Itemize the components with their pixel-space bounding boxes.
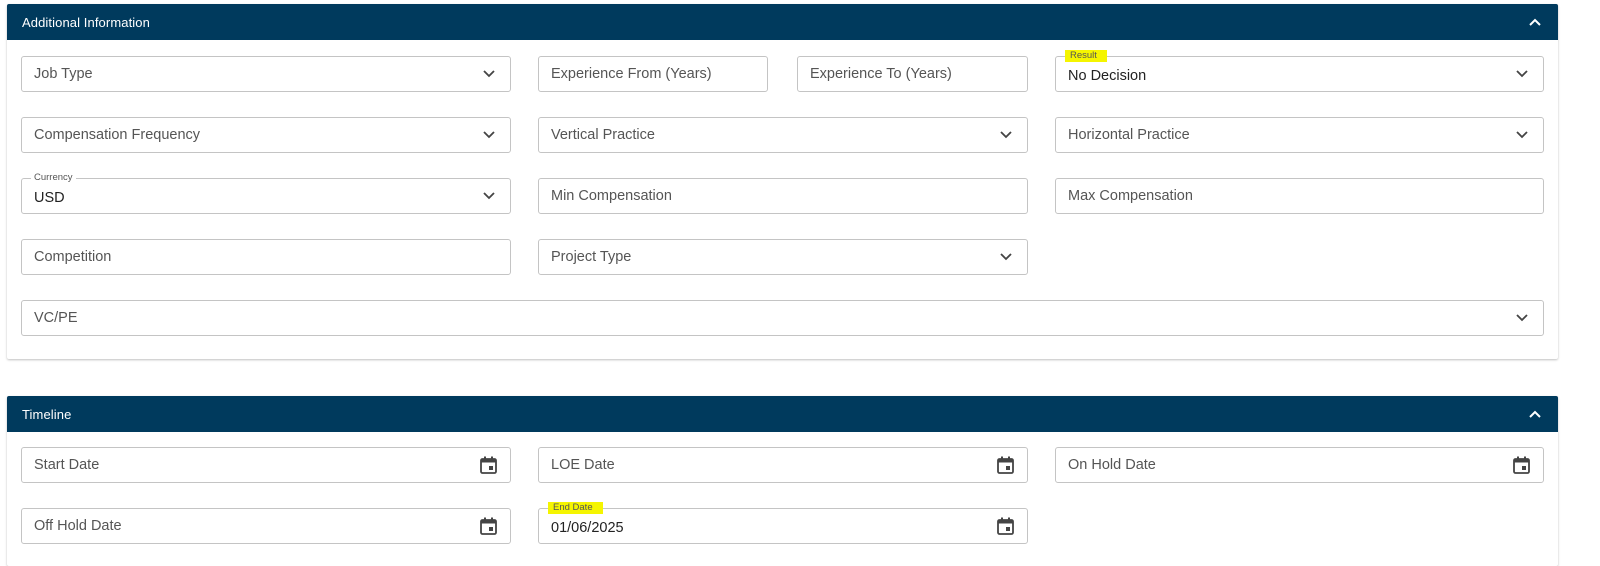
chevron-down-icon bbox=[997, 126, 1015, 144]
experience-to-placeholder: Experience To (Years) bbox=[810, 66, 952, 82]
competition-input[interactable]: Competition bbox=[21, 239, 511, 275]
vertical-practice-select[interactable]: Vertical Practice bbox=[538, 117, 1028, 153]
calendar-icon[interactable] bbox=[1511, 455, 1531, 475]
competition-placeholder: Competition bbox=[34, 249, 112, 265]
experience-from-input[interactable]: Experience From (Years) bbox=[538, 56, 768, 92]
start-date-input[interactable]: Start Date bbox=[21, 447, 511, 483]
chevron-down-icon bbox=[480, 187, 498, 205]
chevron-down-icon bbox=[480, 126, 498, 144]
horizontal-practice-select[interactable]: Horizontal Practice bbox=[1055, 117, 1544, 153]
end-date-label: End Date bbox=[548, 502, 603, 514]
chevron-down-icon bbox=[1513, 65, 1531, 83]
end-date-value: 01/06/2025 bbox=[551, 519, 624, 536]
compensation-frequency-placeholder: Compensation Frequency bbox=[34, 127, 201, 143]
calendar-icon[interactable] bbox=[478, 516, 498, 536]
job-type-placeholder: Job Type bbox=[34, 66, 93, 82]
chevron-down-icon bbox=[997, 248, 1015, 266]
horizontal-practice-placeholder: Horizontal Practice bbox=[1068, 127, 1190, 143]
result-label: Result bbox=[1065, 50, 1107, 62]
currency-select[interactable]: Currency USD bbox=[21, 172, 511, 214]
chevron-up-icon[interactable] bbox=[1526, 13, 1544, 31]
experience-from-placeholder: Experience From (Years) bbox=[551, 66, 712, 82]
result-select[interactable]: Result No Decision bbox=[1055, 50, 1544, 92]
chevron-down-icon bbox=[1513, 126, 1531, 144]
chevron-down-icon bbox=[1513, 309, 1531, 327]
on-hold-date-placeholder: On Hold Date bbox=[1068, 457, 1156, 473]
vc-pe-select[interactable]: VC/PE bbox=[21, 300, 1544, 336]
timeline-header[interactable]: Timeline bbox=[7, 396, 1558, 432]
off-hold-date-input[interactable]: Off Hold Date bbox=[21, 508, 511, 544]
compensation-frequency-select[interactable]: Compensation Frequency bbox=[21, 117, 511, 153]
project-type-select[interactable]: Project Type bbox=[538, 239, 1028, 275]
calendar-icon[interactable] bbox=[995, 455, 1015, 475]
calendar-icon[interactable] bbox=[995, 516, 1015, 536]
off-hold-date-placeholder: Off Hold Date bbox=[34, 518, 122, 534]
loe-date-placeholder: LOE Date bbox=[551, 457, 615, 473]
min-compensation-input[interactable]: Min Compensation bbox=[538, 178, 1028, 214]
end-date-input[interactable]: End Date 01/06/2025 bbox=[538, 502, 1028, 544]
currency-label: Currency bbox=[31, 172, 76, 184]
result-value: No Decision bbox=[1068, 67, 1147, 84]
project-type-placeholder: Project Type bbox=[551, 249, 632, 265]
chevron-up-icon[interactable] bbox=[1526, 405, 1544, 423]
experience-to-input[interactable]: Experience To (Years) bbox=[797, 56, 1028, 92]
vc-pe-placeholder: VC/PE bbox=[34, 310, 78, 326]
additional-information-header[interactable]: Additional Information bbox=[7, 4, 1558, 40]
currency-value: USD bbox=[34, 189, 65, 206]
job-type-select[interactable]: Job Type bbox=[21, 56, 511, 92]
timeline-title: Timeline bbox=[22, 406, 72, 422]
min-compensation-placeholder: Min Compensation bbox=[551, 188, 672, 204]
chevron-down-icon bbox=[480, 65, 498, 83]
max-compensation-placeholder: Max Compensation bbox=[1068, 188, 1193, 204]
on-hold-date-input[interactable]: On Hold Date bbox=[1055, 447, 1544, 483]
max-compensation-input[interactable]: Max Compensation bbox=[1055, 178, 1544, 214]
calendar-icon[interactable] bbox=[478, 455, 498, 475]
vertical-practice-placeholder: Vertical Practice bbox=[551, 127, 655, 143]
loe-date-input[interactable]: LOE Date bbox=[538, 447, 1028, 483]
additional-information-title: Additional Information bbox=[22, 14, 150, 30]
start-date-placeholder: Start Date bbox=[34, 457, 100, 473]
